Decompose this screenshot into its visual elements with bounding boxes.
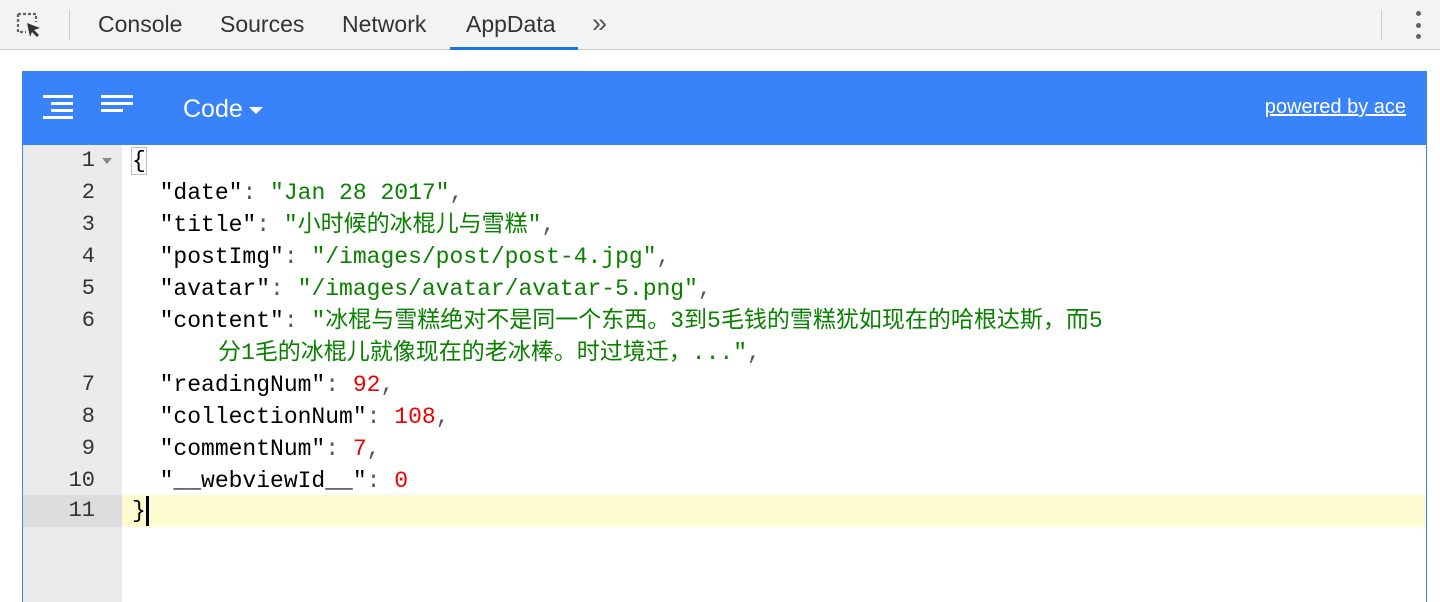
toolbar-separator <box>1381 10 1382 40</box>
inspect-element-icon[interactable] <box>12 9 46 41</box>
tab-console[interactable]: Console <box>82 0 198 50</box>
code-line: "readingNum": 92, <box>159 372 395 398</box>
line-number: 7 <box>81 372 95 397</box>
tab-appdata[interactable]: AppData <box>450 0 578 50</box>
compact-icon <box>101 95 133 112</box>
chevron-down-icon <box>248 106 263 114</box>
json-key: "date" <box>159 180 243 206</box>
line-number: 9 <box>81 436 95 461</box>
json-string-value: "小时候的冰棍儿与雪糕" <box>283 212 542 238</box>
code-line: { <box>131 145 147 177</box>
code-line: "commentNum": 7, <box>159 436 381 462</box>
devtools-tabbar: Console Sources Network AppData » <box>0 0 1440 50</box>
compact-json-button[interactable] <box>96 88 138 128</box>
json-key: "postImg" <box>159 244 284 270</box>
code-line: "date": "Jan 28 2017", <box>159 180 464 206</box>
json-key: "commentNum" <box>159 436 326 462</box>
json-string-value: "冰棍与雪糕绝对不是同一个东西。3到5毛钱的雪糕犹如现在的哈根达斯，而5 <box>311 308 1103 334</box>
json-string-value: "/images/avatar/avatar-5.png" <box>297 276 698 302</box>
line-number: 10 <box>68 468 95 493</box>
json-key: "readingNum" <box>159 372 326 398</box>
tab-network[interactable]: Network <box>326 0 442 50</box>
code-line: "title": "小时候的冰棍儿与雪糕", <box>159 212 556 238</box>
code-line: "avatar": "/images/avatar/avatar-5.png", <box>159 276 712 302</box>
code-line: } <box>132 495 146 527</box>
json-string-value: "Jan 28 2017" <box>270 180 450 206</box>
json-number-value: 92 <box>352 372 381 398</box>
format-icon <box>43 95 73 119</box>
line-number: 11 <box>68 498 95 523</box>
json-key: "avatar" <box>159 276 271 302</box>
code-editor[interactable]: 1 2 3 4 5 6 7 8 9 10 11 { "date": "Jan 2… <box>23 145 1426 602</box>
active-line-highlight <box>122 495 1426 527</box>
close-brace: } <box>132 498 146 524</box>
code-line: "postImg": "/images/post/post-4.jpg", <box>159 244 671 270</box>
json-number-value: 7 <box>352 436 367 462</box>
powered-by-ace-link[interactable]: powered by ace <box>1265 96 1406 119</box>
line-number: 1 <box>81 148 95 173</box>
json-number-value: 0 <box>394 468 409 494</box>
editor-menu-bar: Code powered by ace <box>23 72 1426 145</box>
json-string-value: 分1毛的冰棍儿就像现在的老冰棒。时过境迁，..." <box>218 340 748 366</box>
mode-dropdown[interactable]: Code <box>181 89 265 129</box>
format-json-button[interactable] <box>38 88 80 128</box>
line-number: 4 <box>81 244 95 269</box>
line-number: 5 <box>81 276 95 301</box>
tab-separator <box>69 10 70 40</box>
line-number: 8 <box>81 404 95 429</box>
json-key: "collectionNum" <box>159 404 367 430</box>
json-editor-panel: Code powered by ace 1 2 3 4 5 6 7 8 9 10… <box>22 71 1427 602</box>
mode-label: Code <box>183 95 243 123</box>
more-tabs-button[interactable]: » <box>586 0 613 50</box>
text-cursor <box>146 496 149 526</box>
json-key: "__webviewId__" <box>159 468 367 494</box>
fold-arrow-icon[interactable] <box>102 158 112 164</box>
json-key: "title" <box>159 212 257 238</box>
json-number-value: 108 <box>394 404 436 430</box>
line-number: 3 <box>81 212 95 237</box>
line-number: 6 <box>81 308 95 333</box>
tab-sources[interactable]: Sources <box>204 0 320 50</box>
line-number: 2 <box>81 180 95 205</box>
json-string-value: "/images/post/post-4.jpg" <box>311 244 657 270</box>
code-line-wrap: 分1毛的冰棍儿就像现在的老冰棒。时过境迁，...", <box>218 340 761 366</box>
code-line: "content": "冰棍与雪糕绝对不是同一个东西。3到5毛钱的雪糕犹如现在的… <box>159 308 1103 334</box>
code-line: "collectionNum": 108, <box>159 404 450 430</box>
json-key: "content" <box>159 308 284 334</box>
code-line: "__webviewId__": 0 <box>159 468 409 494</box>
open-brace: { <box>131 147 147 175</box>
vertical-dots-icon[interactable] <box>1408 11 1428 39</box>
